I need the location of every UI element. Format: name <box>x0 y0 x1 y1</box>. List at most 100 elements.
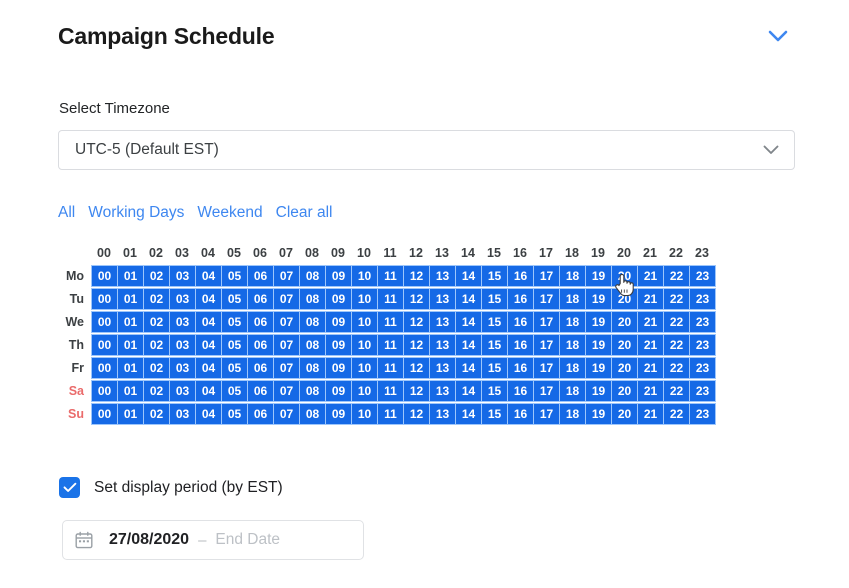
hour-cell-Sa-12[interactable]: 12 <box>404 381 429 401</box>
hour-cell-Mo-09[interactable]: 09 <box>326 266 351 286</box>
hour-cell-Fr-13[interactable]: 13 <box>430 358 455 378</box>
hour-cell-Mo-02[interactable]: 02 <box>144 266 169 286</box>
hour-cell-Tu-03[interactable]: 03 <box>170 289 195 309</box>
hour-cell-Sa-16[interactable]: 16 <box>508 381 533 401</box>
quick-link-all[interactable]: All <box>58 203 75 223</box>
hour-cell-Th-05[interactable]: 05 <box>222 335 247 355</box>
hour-cell-Sa-01[interactable]: 01 <box>118 381 143 401</box>
hour-cell-Th-07[interactable]: 07 <box>274 335 299 355</box>
hour-cell-We-16[interactable]: 16 <box>508 312 533 332</box>
hour-cell-Fr-23[interactable]: 23 <box>690 358 715 378</box>
hour-cell-Su-19[interactable]: 19 <box>586 404 611 424</box>
hour-cell-Th-15[interactable]: 15 <box>482 335 507 355</box>
hour-cell-Sa-02[interactable]: 02 <box>144 381 169 401</box>
hour-cell-Su-10[interactable]: 10 <box>352 404 377 424</box>
hour-cell-Mo-04[interactable]: 04 <box>196 266 221 286</box>
hour-cell-Fr-00[interactable]: 00 <box>92 358 117 378</box>
hour-cell-Su-20[interactable]: 20 <box>612 404 637 424</box>
hour-cell-Sa-15[interactable]: 15 <box>482 381 507 401</box>
hour-cell-Sa-06[interactable]: 06 <box>248 381 273 401</box>
quick-link-working-days[interactable]: Working Days <box>88 203 184 223</box>
hour-cell-We-13[interactable]: 13 <box>430 312 455 332</box>
hour-cell-Th-02[interactable]: 02 <box>144 335 169 355</box>
hour-cell-Th-14[interactable]: 14 <box>456 335 481 355</box>
hour-cell-Sa-09[interactable]: 09 <box>326 381 351 401</box>
hour-cell-Th-10[interactable]: 10 <box>352 335 377 355</box>
hour-cell-Mo-23[interactable]: 23 <box>690 266 715 286</box>
hour-cell-Th-11[interactable]: 11 <box>378 335 403 355</box>
hour-cell-We-20[interactable]: 20 <box>612 312 637 332</box>
hour-cell-We-12[interactable]: 12 <box>404 312 429 332</box>
hour-cell-Fr-02[interactable]: 02 <box>144 358 169 378</box>
hour-cell-Tu-20[interactable]: 20 <box>612 289 637 309</box>
hour-cell-We-11[interactable]: 11 <box>378 312 403 332</box>
hour-cell-Th-13[interactable]: 13 <box>430 335 455 355</box>
hour-cell-Sa-23[interactable]: 23 <box>690 381 715 401</box>
hour-cell-Su-08[interactable]: 08 <box>300 404 325 424</box>
hour-cell-Tu-05[interactable]: 05 <box>222 289 247 309</box>
hour-cell-Mo-03[interactable]: 03 <box>170 266 195 286</box>
hour-cell-Su-00[interactable]: 00 <box>92 404 117 424</box>
hour-cell-Su-16[interactable]: 16 <box>508 404 533 424</box>
hour-cell-Th-12[interactable]: 12 <box>404 335 429 355</box>
hour-cell-Mo-12[interactable]: 12 <box>404 266 429 286</box>
hour-cell-We-22[interactable]: 22 <box>664 312 689 332</box>
hour-cell-We-01[interactable]: 01 <box>118 312 143 332</box>
hour-cell-Fr-10[interactable]: 10 <box>352 358 377 378</box>
hour-cell-Th-03[interactable]: 03 <box>170 335 195 355</box>
hour-cell-Su-05[interactable]: 05 <box>222 404 247 424</box>
hour-cell-Fr-09[interactable]: 09 <box>326 358 351 378</box>
hour-cell-Mo-13[interactable]: 13 <box>430 266 455 286</box>
hour-cell-Fr-19[interactable]: 19 <box>586 358 611 378</box>
hour-cell-Sa-22[interactable]: 22 <box>664 381 689 401</box>
hour-cell-Su-02[interactable]: 02 <box>144 404 169 424</box>
hour-cell-We-21[interactable]: 21 <box>638 312 663 332</box>
hour-cell-Fr-22[interactable]: 22 <box>664 358 689 378</box>
hour-cell-Tu-11[interactable]: 11 <box>378 289 403 309</box>
hour-cell-Su-01[interactable]: 01 <box>118 404 143 424</box>
hour-cell-Mo-19[interactable]: 19 <box>586 266 611 286</box>
hour-cell-Mo-16[interactable]: 16 <box>508 266 533 286</box>
hour-cell-Sa-11[interactable]: 11 <box>378 381 403 401</box>
hour-cell-Tu-07[interactable]: 07 <box>274 289 299 309</box>
hour-cell-Th-04[interactable]: 04 <box>196 335 221 355</box>
hour-cell-We-19[interactable]: 19 <box>586 312 611 332</box>
hour-cell-Th-18[interactable]: 18 <box>560 335 585 355</box>
hour-cell-Fr-03[interactable]: 03 <box>170 358 195 378</box>
hour-cell-Fr-20[interactable]: 20 <box>612 358 637 378</box>
hour-cell-Fr-01[interactable]: 01 <box>118 358 143 378</box>
hour-cell-Tu-00[interactable]: 00 <box>92 289 117 309</box>
hour-cell-Fr-12[interactable]: 12 <box>404 358 429 378</box>
hour-cell-Fr-06[interactable]: 06 <box>248 358 273 378</box>
hour-cell-We-23[interactable]: 23 <box>690 312 715 332</box>
hour-cell-Fr-16[interactable]: 16 <box>508 358 533 378</box>
hour-cell-Tu-09[interactable]: 09 <box>326 289 351 309</box>
hour-cell-Mo-21[interactable]: 21 <box>638 266 663 286</box>
hour-cell-Mo-07[interactable]: 07 <box>274 266 299 286</box>
hour-cell-Sa-20[interactable]: 20 <box>612 381 637 401</box>
hour-cell-We-10[interactable]: 10 <box>352 312 377 332</box>
hour-cell-Mo-06[interactable]: 06 <box>248 266 273 286</box>
hour-cell-We-14[interactable]: 14 <box>456 312 481 332</box>
hour-cell-Su-07[interactable]: 07 <box>274 404 299 424</box>
hour-cell-Sa-04[interactable]: 04 <box>196 381 221 401</box>
hour-cell-Tu-01[interactable]: 01 <box>118 289 143 309</box>
hour-cell-Fr-05[interactable]: 05 <box>222 358 247 378</box>
hour-cell-Sa-05[interactable]: 05 <box>222 381 247 401</box>
hour-cell-Tu-15[interactable]: 15 <box>482 289 507 309</box>
hour-cell-We-02[interactable]: 02 <box>144 312 169 332</box>
hour-cell-Su-11[interactable]: 11 <box>378 404 403 424</box>
hour-cell-Fr-11[interactable]: 11 <box>378 358 403 378</box>
hour-cell-Fr-14[interactable]: 14 <box>456 358 481 378</box>
hour-cell-Th-08[interactable]: 08 <box>300 335 325 355</box>
hour-cell-We-00[interactable]: 00 <box>92 312 117 332</box>
hour-cell-Mo-10[interactable]: 10 <box>352 266 377 286</box>
hour-cell-Th-20[interactable]: 20 <box>612 335 637 355</box>
hour-cell-Fr-15[interactable]: 15 <box>482 358 507 378</box>
hour-cell-Sa-03[interactable]: 03 <box>170 381 195 401</box>
hour-cell-Fr-18[interactable]: 18 <box>560 358 585 378</box>
hour-cell-Mo-05[interactable]: 05 <box>222 266 247 286</box>
hour-cell-We-04[interactable]: 04 <box>196 312 221 332</box>
hour-cell-Tu-18[interactable]: 18 <box>560 289 585 309</box>
start-date-value[interactable]: 27/08/2020 <box>109 531 189 549</box>
